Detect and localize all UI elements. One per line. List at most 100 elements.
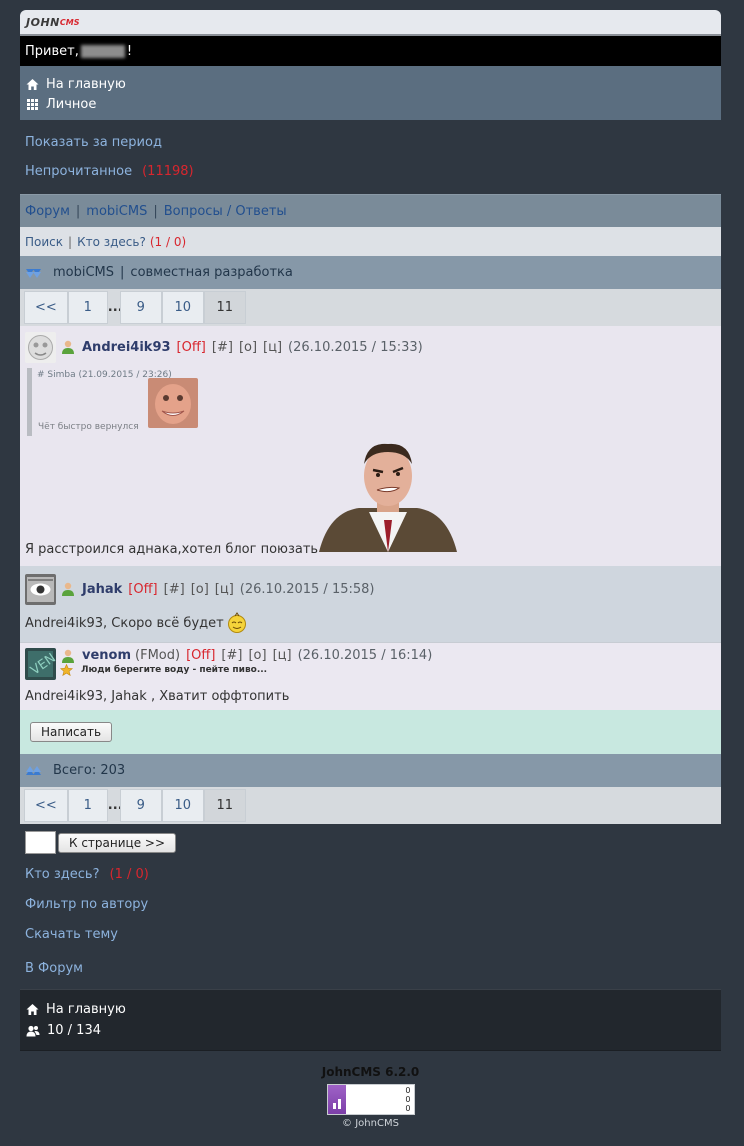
post-header-row: venom (FMod) [Off] [#] [о] [ц] (26.10.20… bbox=[60, 648, 432, 663]
page-prev[interactable]: << bbox=[24, 291, 68, 324]
breadcrumb-forum[interactable]: Форум bbox=[25, 204, 70, 219]
online-count: 10 / 134 bbox=[47, 1023, 101, 1038]
avatar[interactable] bbox=[25, 573, 56, 605]
post-quote[interactable]: [ц] bbox=[273, 648, 292, 663]
topic-section: mobiCMS bbox=[53, 265, 115, 280]
footer-copyright: © JohnCMS bbox=[342, 1118, 399, 1129]
page-10[interactable]: 10 bbox=[161, 291, 204, 324]
unread-link[interactable]: Непрочитанное (11198) bbox=[25, 157, 716, 186]
post-image bbox=[319, 442, 457, 552]
nav-home[interactable]: На главную bbox=[26, 74, 715, 94]
post-role: (FMod) bbox=[135, 648, 181, 663]
star-icon bbox=[60, 664, 73, 676]
show-period-link[interactable]: Показать за период bbox=[25, 128, 716, 157]
online-users[interactable]: 10 / 134 bbox=[26, 1020, 715, 1041]
nav-personal-label: Личное bbox=[46, 96, 97, 112]
bottom-home-label: На главную bbox=[46, 1002, 126, 1017]
who-here-label: Кто здесь? bbox=[25, 866, 100, 882]
counter-value: 0 bbox=[405, 1086, 411, 1095]
nav-personal[interactable]: Личное bbox=[26, 94, 715, 114]
post-status: [Off] bbox=[186, 648, 216, 663]
page-9[interactable]: 9 bbox=[119, 291, 162, 324]
post-link-hash[interactable]: [#] bbox=[221, 648, 242, 663]
post-text: Andrei4ik93, Скоро всё будет bbox=[25, 615, 224, 631]
post-status: [Off] bbox=[176, 339, 206, 355]
breadcrumb-mobicms[interactable]: mobiCMS bbox=[86, 204, 147, 219]
post-author[interactable]: Jahak bbox=[82, 582, 122, 597]
greeting-prefix: Привет, bbox=[25, 43, 79, 59]
top-nav: На главную Личное bbox=[20, 66, 721, 120]
footer: JohnCMS 6.2.0 0 0 0 © JohnCMS bbox=[20, 1050, 721, 1137]
bottom-nav: На главную 10 / 134 bbox=[20, 989, 721, 1050]
post-quote[interactable]: [ц] bbox=[215, 582, 234, 597]
breadcrumb: Форум | mobiCMS | Вопросы / Ответы bbox=[20, 194, 721, 227]
post-link-hash[interactable]: [#] bbox=[212, 340, 233, 355]
grid-icon bbox=[27, 98, 38, 110]
search-link[interactable]: Поиск bbox=[25, 235, 63, 249]
post-date: (26.10.2015 / 15:33) bbox=[288, 339, 423, 355]
page-dots: ... bbox=[107, 300, 123, 315]
period-links: Показать за период Непрочитанное (11198) bbox=[20, 120, 721, 194]
topic-sep: | bbox=[120, 265, 125, 280]
logo-john[interactable]: JOHN bbox=[26, 16, 60, 29]
smiley-icon bbox=[227, 612, 246, 633]
logo-cms[interactable]: CMS bbox=[60, 18, 80, 27]
total-count: Всего: 203 bbox=[53, 763, 126, 778]
post-reply[interactable]: [о] bbox=[239, 340, 257, 355]
post: VEN venom (FMod) [Off] [#] [о] [ц] (26.1… bbox=[20, 642, 721, 710]
footer-version: JohnCMS 6.2.0 bbox=[321, 1065, 420, 1079]
user-icon bbox=[62, 582, 74, 596]
who-here-count: (1 / 0) bbox=[109, 866, 149, 882]
page-9[interactable]: 9 bbox=[119, 789, 162, 822]
breadcrumb-qa[interactable]: Вопросы / Ответы bbox=[164, 204, 287, 219]
blurred-username bbox=[80, 44, 125, 58]
visit-counter[interactable]: 0 0 0 bbox=[326, 1084, 415, 1115]
avatar[interactable]: VEN bbox=[25, 648, 56, 680]
write-button[interactable]: Написать bbox=[30, 722, 113, 742]
breadcrumb-sep: | bbox=[75, 203, 81, 219]
page-1[interactable]: 1 bbox=[67, 291, 108, 324]
bottom-home[interactable]: На главную bbox=[26, 999, 715, 1020]
greeting-suffix: ! bbox=[126, 43, 133, 59]
avatar[interactable] bbox=[25, 331, 56, 363]
post-reply[interactable]: [о] bbox=[248, 648, 266, 663]
post-quote[interactable]: [ц] bbox=[263, 340, 282, 355]
page-1[interactable]: 1 bbox=[67, 789, 108, 822]
write-bar: Написать bbox=[20, 710, 721, 754]
search-bar: Поиск | Кто здесь? (1 / 0) bbox=[20, 227, 721, 256]
post-link-hash[interactable]: [#] bbox=[164, 582, 185, 597]
post-status: [Off] bbox=[128, 581, 158, 597]
post-text: Я расстроился аднака,хотел блог поюзать bbox=[25, 542, 319, 557]
post-quote-block: # Simba (21.09.2015 / 23:26) Чёт быстро … bbox=[27, 368, 198, 436]
unread-label: Непрочитанное bbox=[25, 164, 133, 179]
post-author[interactable]: venom bbox=[82, 648, 131, 663]
greeting-bar: Привет, ! bbox=[20, 34, 721, 66]
to-forum-link[interactable]: В Форум bbox=[25, 953, 716, 983]
post-reply[interactable]: [о] bbox=[191, 582, 209, 597]
download-topic-link[interactable]: Скачать тему bbox=[25, 919, 716, 949]
page-10[interactable]: 10 bbox=[161, 789, 204, 822]
topic-header: mobiCMS | совместная разработка bbox=[20, 256, 721, 289]
users-icon bbox=[26, 1025, 40, 1036]
post-header-info: venom (FMod) [Off] [#] [о] [ц] (26.10.20… bbox=[60, 648, 432, 676]
goto-page-button[interactable]: К странице >> bbox=[58, 832, 177, 853]
post-author[interactable]: Andrei4ik93 bbox=[82, 340, 171, 355]
nav-home-label: На главную bbox=[46, 76, 126, 92]
post-header: Jahak [Off] [#] [о] [ц] (26.10.2015 / 15… bbox=[25, 573, 716, 605]
bottom-links: Кто здесь? (1 / 0) Фильтр по автору Скач… bbox=[20, 859, 721, 983]
arrow-down-icon[interactable] bbox=[25, 267, 45, 279]
goto-page: К странице >> bbox=[20, 824, 721, 859]
who-here-link[interactable]: Кто здесь? bbox=[77, 235, 146, 249]
user-icon bbox=[62, 649, 74, 663]
page-prev[interactable]: << bbox=[24, 789, 68, 822]
who-here-bottom-link[interactable]: Кто здесь? (1 / 0) bbox=[25, 859, 716, 889]
page-bottom bbox=[20, 1137, 721, 1145]
counter-value: 0 bbox=[405, 1104, 411, 1113]
post-body: Andrei4ik93, Скоро всё будет bbox=[25, 612, 716, 634]
page-number-input[interactable] bbox=[25, 831, 56, 854]
filter-author-link[interactable]: Фильтр по автору bbox=[25, 889, 716, 919]
quote-image bbox=[148, 378, 198, 428]
unread-count: (11198) bbox=[142, 164, 194, 179]
total-bar: Всего: 203 bbox=[20, 754, 721, 787]
arrow-up-icon[interactable] bbox=[25, 765, 45, 777]
